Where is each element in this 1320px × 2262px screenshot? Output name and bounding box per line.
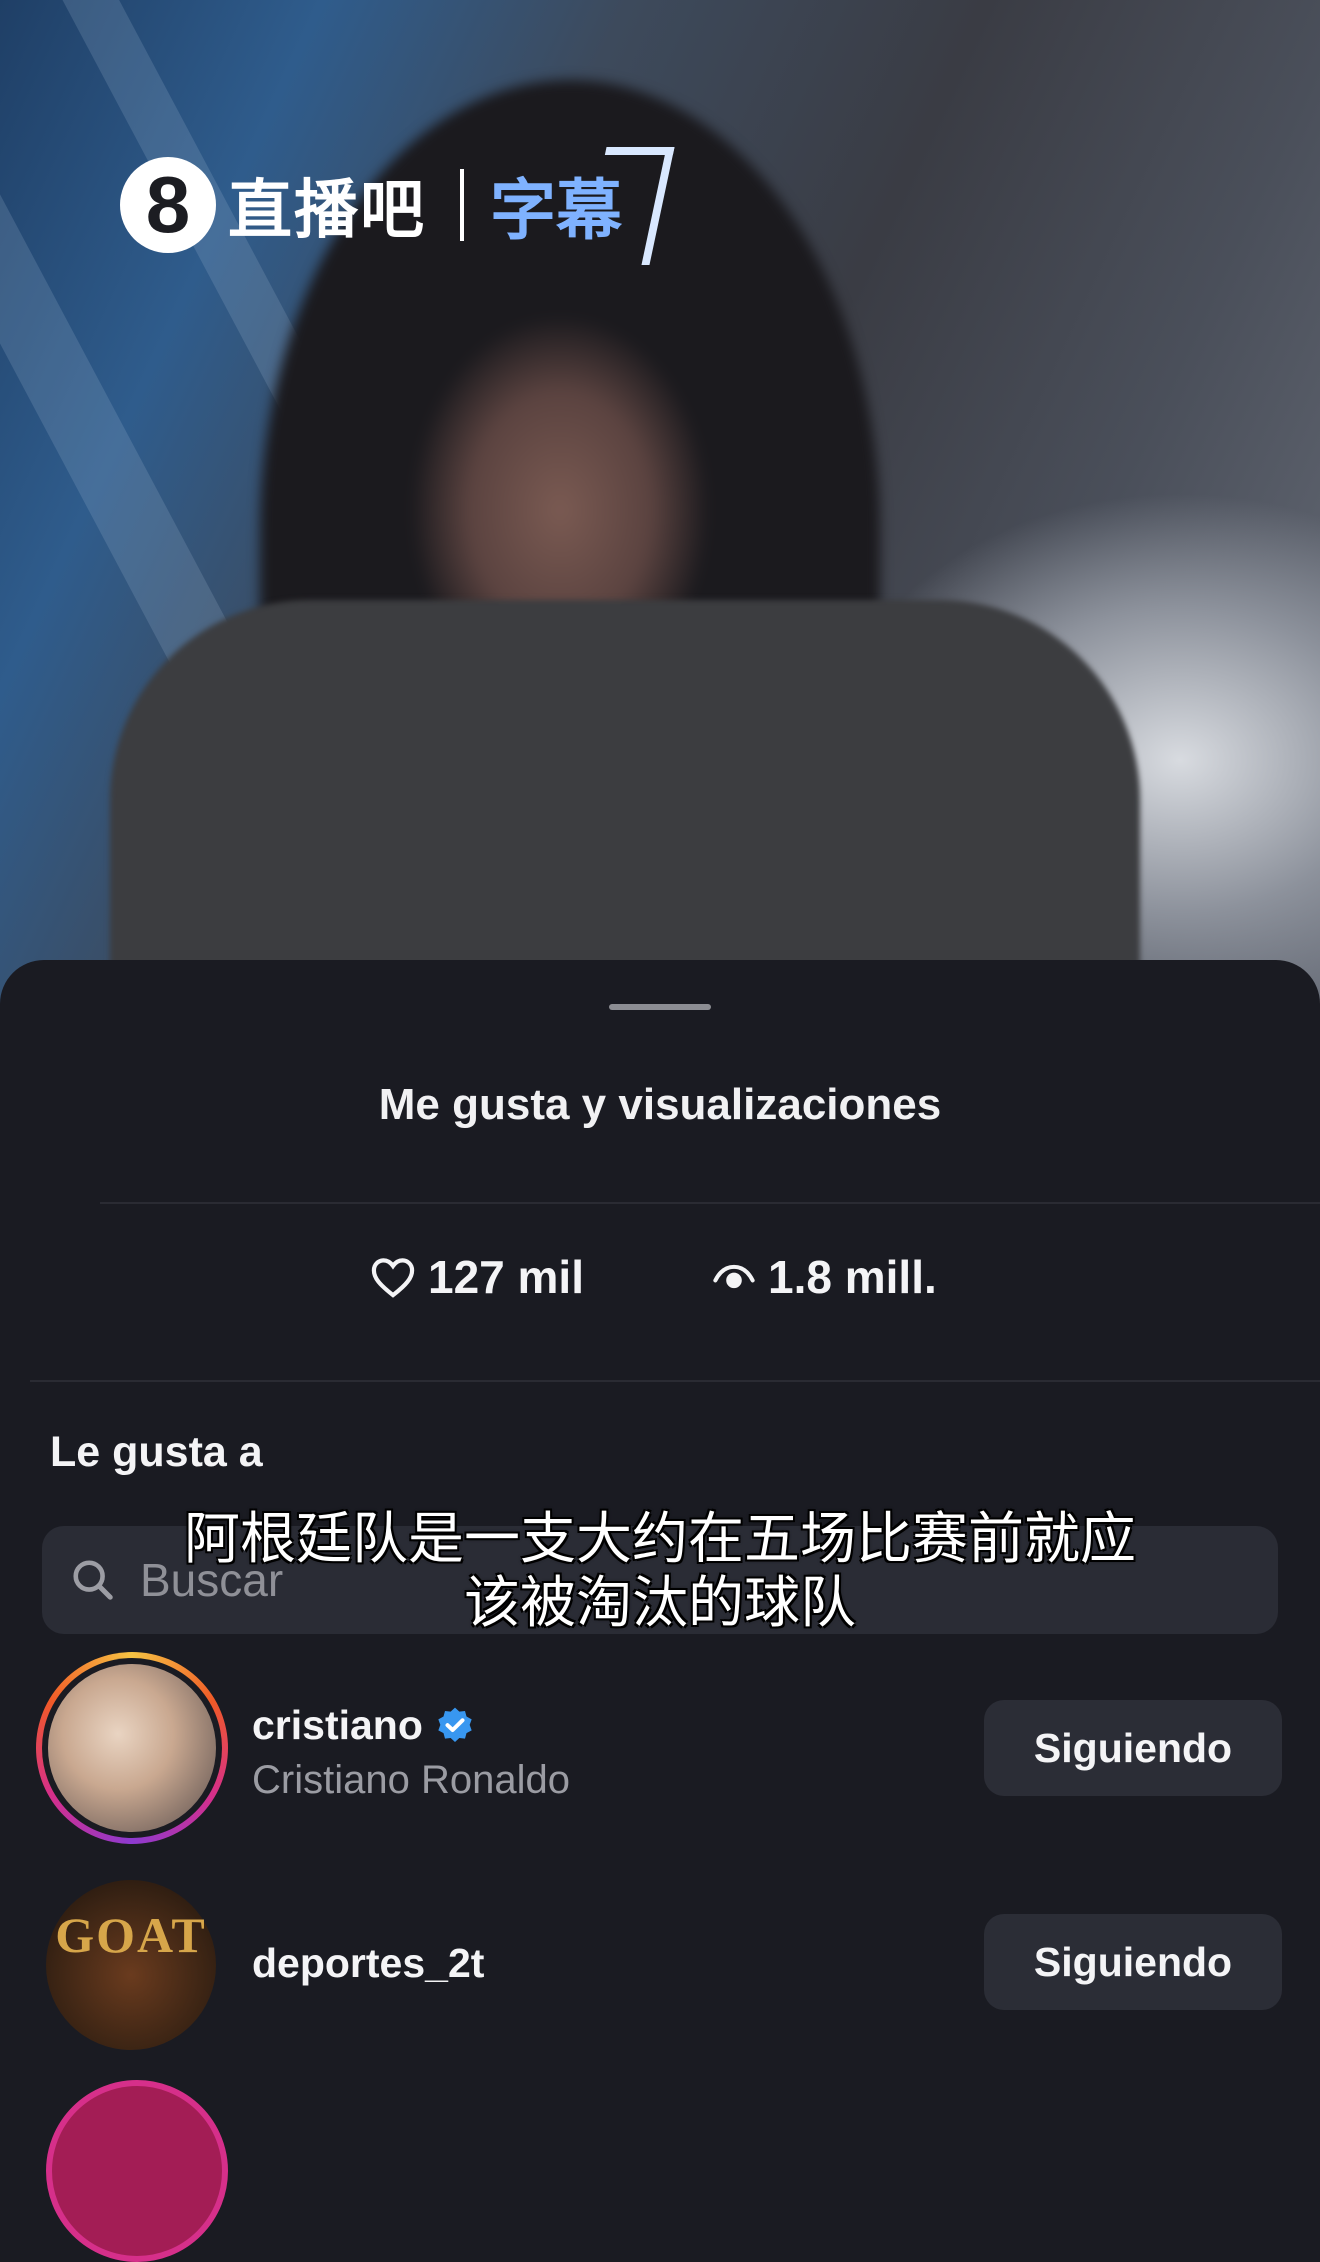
avatar[interactable] <box>46 2080 228 2262</box>
stats-row: 127 mil 1.8 mill. <box>0 1250 1320 1330</box>
logo-subtitle-tag: 字幕 <box>490 147 675 265</box>
channel-logo: 8 直播吧 字幕 <box>120 147 675 265</box>
logo-mark: 8 <box>120 157 216 253</box>
logo-frame-shape <box>581 147 675 265</box>
username-text: deportes_2t <box>252 1940 485 1986</box>
user-list-item[interactable]: cristiano Cristiano Ronaldo Siguiendo <box>0 1652 1320 1844</box>
sheet-title: Me gusta y visualizaciones <box>378 1080 942 1129</box>
full-name: Cristiano Ronaldo <box>252 1758 570 1802</box>
eye-icon <box>713 1264 755 1289</box>
divider <box>100 1202 1320 1204</box>
username[interactable]: cristiano <box>252 1702 475 1749</box>
sheet-drag-handle[interactable] <box>609 1004 711 1010</box>
logo-divider <box>460 169 464 241</box>
logo-brand: 直播吧 <box>228 174 426 246</box>
following-button[interactable]: Siguiendo <box>984 1700 1282 1796</box>
likes-stat[interactable]: 127 mil <box>370 1250 584 1304</box>
verified-badge-icon <box>438 1707 472 1742</box>
liked-by-label: Le gusta a <box>50 1428 263 1476</box>
avatar-story-ring[interactable] <box>36 1652 228 1844</box>
user-list-item[interactable]: GOAT deportes_2t Siguiendo <box>0 1880 1320 2070</box>
divider <box>30 1380 1320 1382</box>
username-text: cristiano <box>252 1702 423 1748</box>
views-count: 1.8 mill. <box>768 1251 937 1303</box>
subtitle-line-1: 阿根廷队是一支大约在五场比赛前就应 <box>184 1507 1136 1572</box>
views-stat[interactable]: 1.8 mill. <box>712 1250 937 1304</box>
likes-count: 127 mil <box>428 1251 584 1303</box>
following-button[interactable]: Siguiendo <box>984 1914 1282 2010</box>
video-subtitle: 阿根廷队是一支大约在五场比赛前就应 该被淘汰的球队 <box>0 1508 1320 1636</box>
heart-icon <box>371 1258 415 1298</box>
username[interactable]: deportes_2t <box>252 1940 484 1987</box>
video-background[interactable]: 8 直播吧 字幕 <box>0 0 1320 1020</box>
video-person-shirt <box>110 600 1140 1020</box>
avatar[interactable]: GOAT <box>46 1880 216 2050</box>
subtitle-line-2: 该被淘汰的球队 <box>464 1571 856 1636</box>
avatar <box>48 1664 216 1832</box>
